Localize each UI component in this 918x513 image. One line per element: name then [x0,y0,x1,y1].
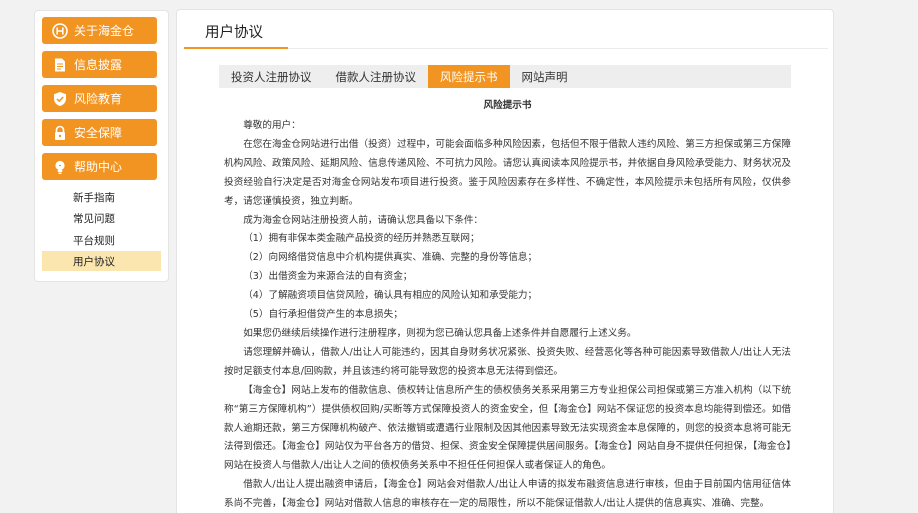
condition-item: （2）向网络借贷信息中介机构提供真实、准确、完整的身份等信息； [243,252,538,264]
tab-risk-disclosure[interactable]: 风险提示书 [428,65,510,88]
condition-item: （5）自行承担借贷产生的本息损失； [243,309,403,321]
document-paragraph: 如果您仍继续后续操作进行注册程序，则视为您已确认您具备上述条件并自愿履行上述义务… [243,327,637,339]
condition-item: （4）了解融资项目信贷风险，确认具有相应的风险认知和承受能力； [243,290,538,302]
menu-label: 安全保障 [74,126,123,140]
lightbulb-icon [52,159,68,175]
title-underline [184,47,288,49]
menu-label: 帮助中心 [74,160,123,174]
h-logo-icon [52,22,68,39]
document-title: 风险提示书 [483,100,532,111]
document-greeting: 尊敬的用户： [243,120,301,131]
menu-about-button[interactable]: 关于海金仓 [42,17,157,44]
document-paragraph: 借款人/出让人提出融资申请后，【海金仓】网站会对借款人/出让人申请的拟发布融资信… [224,479,791,510]
document-paragraph: 【海金仓】网站上发布的借款信息、债权转让信息所产生的债权债务关系采用第三方专业担… [224,384,791,472]
main-panel: 用户协议 投资人注册协议 借款人注册协议 风险提示书 网站声明 风险提示书 尊敬… [176,9,834,513]
agreement-tabs: 投资人注册协议 借款人注册协议 风险提示书 网站声明 [219,65,791,88]
help-item-user-agreement[interactable]: 用户协议 [42,251,161,271]
tab-investor-agreement[interactable]: 投资人注册协议 [219,65,324,88]
help-item-faq[interactable]: 常见问题 [42,208,161,228]
lock-icon [52,125,68,141]
shield-icon [52,91,68,107]
risk-disclosure-document: 风险提示书 尊敬的用户： 在您在海金仓网站进行出借（投资）过程中，可能会面临多种… [224,98,791,513]
document-icon [52,57,68,73]
menu-label: 关于海金仓 [74,24,135,38]
menu-security-button[interactable]: 安全保障 [42,119,157,146]
condition-item: （3）出借资金为来源合法的自有资金； [243,271,413,283]
help-item-beginner-guide[interactable]: 新手指南 [42,187,161,207]
menu-disclosure-button[interactable]: 信息披露 [42,51,157,78]
sidebar: 关于海金仓 信息披露 风险教育 安全保障 帮助中心 新手指南 常见问题 平台规则… [34,10,169,282]
help-item-platform-rules[interactable]: 平台规则 [42,230,161,250]
menu-risk-education-button[interactable]: 风险教育 [42,85,157,112]
tab-borrower-agreement[interactable]: 借款人注册协议 [324,65,429,88]
document-paragraph: 在您在海金仓网站进行出借（投资）过程中，可能会面临多种风险因素，包括但不限于借款… [224,138,791,207]
menu-help-center-button[interactable]: 帮助中心 [42,153,157,180]
menu-label: 风险教育 [74,92,123,106]
page-title: 用户协议 [205,25,263,41]
tab-site-statement[interactable]: 网站声明 [510,65,580,88]
condition-item: （1）拥有非保本类金融产品投资的经历并熟悉互联网； [243,233,480,245]
document-paragraph: 成为海金仓网站注册投资人前，请确认您具备以下条件： [243,214,484,226]
menu-label: 信息披露 [74,58,123,72]
document-paragraph: 请您理解并确认，借款人/出让人可能违约，因其自身财务状况紧张、投资失败、经营恶化… [224,346,791,377]
